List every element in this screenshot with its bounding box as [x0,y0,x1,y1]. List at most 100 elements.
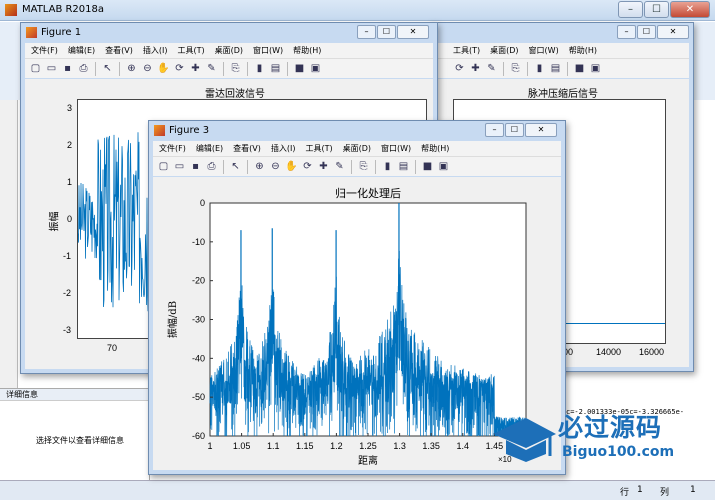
fig3-zoom-out-icon[interactable]: ⊖ [269,160,282,173]
hide-tools-icon[interactable]: ■ [293,62,306,75]
fig2-link-icon[interactable]: ⎘ [509,62,522,75]
fig1-minimize-button[interactable]: – [357,25,376,39]
status-row-label: 行 [620,488,630,498]
menu-insert[interactable]: 插入(I) [143,45,168,56]
fig3-menu-edit[interactable]: 编辑(E) [196,143,223,154]
fig3-xtick-label: 1.3 [393,441,406,451]
fig1-close-button[interactable]: ✕ [397,25,429,39]
fig3-menu-file[interactable]: 文件(F) [159,143,186,154]
menu-view[interactable]: 查看(V) [105,45,133,56]
fig3-zoom-in-icon[interactable]: ⊕ [253,160,266,173]
maximize-button[interactable]: ☐ [644,1,669,18]
zoom-out-icon[interactable]: ⊖ [141,62,154,75]
fig3-pointer-icon[interactable]: ↖ [229,160,242,173]
menu-help[interactable]: 帮助(H) [293,45,321,56]
fig3-pan-icon[interactable]: ✋ [285,160,298,173]
fig3-rotate-icon[interactable]: ⟳ [301,160,314,173]
fig3-menu-tools[interactable]: 工具(T) [305,143,332,154]
fig2-xtick: 14000 [596,347,622,357]
pan-icon[interactable]: ✋ [157,62,170,75]
legend-icon[interactable]: ▤ [269,62,282,75]
status-col-label: 列 [660,488,670,498]
fig1-toolbar: ▢ ▭ ▪ ⎙ ↖ ⊕ ⊖ ✋ ⟳ ✚ ✎ ⎘ ▮ ▤ ■ ▣ [25,58,433,78]
fig3-maximize-button[interactable]: ☐ [505,123,524,137]
fig3-colorbar-icon[interactable]: ▮ [381,160,394,173]
menu-file[interactable]: 文件(F) [31,45,58,56]
fig3-new-figure-icon[interactable]: ▢ [157,160,170,173]
fig2-close-button[interactable]: ✕ [657,25,689,39]
fig1-plot-title: 雷达回波信号 [205,89,265,100]
fig3-menu-view[interactable]: 查看(V) [233,143,261,154]
rotate-icon[interactable]: ⟳ [173,62,186,75]
menu-tools[interactable]: 工具(T) [177,45,204,56]
details-header: 详细信息 [0,389,149,401]
fig2-rotate-icon[interactable]: ⟳ [453,62,466,75]
fig3-dock-icon[interactable]: ▣ [437,160,450,173]
fig3-xtick-label: 1.2 [330,441,343,451]
link-icon[interactable]: ⎘ [229,62,242,75]
fig2-menubar: 工具(T) 桌面(D) 窗口(W) 帮助(H) [433,43,689,58]
fig2-menu-desktop[interactable]: 桌面(D) [490,45,518,56]
fig3-hide-tools-icon[interactable]: ■ [421,160,434,173]
fig1-ytick: -1 [63,251,72,261]
menu-desktop[interactable]: 桌面(D) [215,45,243,56]
fig3-xtick-label: 1.15 [296,441,314,451]
save-icon[interactable]: ▪ [61,62,74,75]
fig2-menu-tools[interactable]: 工具(T) [453,45,480,56]
fig1-ytick: -3 [63,325,72,335]
colorbar-icon[interactable]: ▮ [253,62,266,75]
fig3-menu-insert[interactable]: 插入(I) [271,143,296,154]
fig3-menu-window[interactable]: 窗口(W) [381,143,411,154]
fig3-xtick-label: 1.05 [233,441,251,451]
fig2-menu-window[interactable]: 窗口(W) [529,45,559,56]
fig2-menu-help[interactable]: 帮助(H) [569,45,597,56]
print-icon[interactable]: ⎙ [77,62,90,75]
fig2-hide-icon[interactable]: ■ [573,62,586,75]
new-figure-icon[interactable]: ▢ [29,62,42,75]
figure-3-titlebar: Figure 3 – ☐ ✕ [149,121,565,141]
pointer-icon[interactable]: ↖ [101,62,114,75]
left-edge-panel [0,100,18,390]
fig2-colorbar-icon[interactable]: ▮ [533,62,546,75]
fig2-plot-title: 脉冲压缩后信号 [528,89,598,100]
fig2-dock-icon[interactable]: ▣ [589,62,602,75]
fig3-brush-icon[interactable]: ✎ [333,160,346,173]
figure-2-titlebar: – ☐ ✕ [429,23,693,43]
fig2-brush-icon[interactable]: ✎ [485,62,498,75]
dock-icon[interactable]: ▣ [309,62,322,75]
fig3-menu-help[interactable]: 帮助(H) [421,143,449,154]
fig3-menubar: 文件(F) 编辑(E) 查看(V) 插入(I) 工具(T) 桌面(D) 窗口(W… [153,141,561,156]
fig3-open-folder-icon[interactable]: ▭ [173,160,186,173]
fig3-toolbar: ▢ ▭ ▪ ⎙ ↖ ⊕ ⊖ ✋ ⟳ ✚ ✎ ⎘ ▮ ▤ ■ ▣ [153,156,561,176]
menu-edit[interactable]: 编辑(E) [68,45,95,56]
brush-icon[interactable]: ✎ [205,62,218,75]
watermark-small: Biguo100.com [562,444,675,460]
fig3-minimize-button[interactable]: – [485,123,504,137]
fig3-link-icon[interactable]: ⎘ [357,160,370,173]
fig3-save-icon[interactable]: ▪ [189,160,202,173]
matlab-logo-icon [5,4,17,16]
fig3-xtick-label: 1.25 [359,441,377,451]
fig2-minimize-button[interactable]: – [617,25,636,39]
close-button[interactable]: ✕ [670,1,710,18]
fig1-maximize-button[interactable]: ☐ [377,25,396,39]
fig3-menu-desktop[interactable]: 桌面(D) [343,143,371,154]
fig3-datatip-icon[interactable]: ✚ [317,160,330,173]
watermark: 必过源码 Biguo100.com [488,408,708,478]
fig2-datatip-icon[interactable]: ✚ [469,62,482,75]
fig3-close-button[interactable]: ✕ [525,123,557,137]
zoom-in-icon[interactable]: ⊕ [125,62,138,75]
fig3-print-icon[interactable]: ⎙ [205,160,218,173]
fig3-plot-title: 归一化处理后 [335,186,401,200]
datatip-icon[interactable]: ✚ [189,62,202,75]
figure-1-titlebar: Figure 1 – ☐ ✕ [21,23,437,43]
menu-window[interactable]: 窗口(W) [253,45,283,56]
fig2-xtick: 16000 [639,347,665,357]
fig1-ytick: 1 [67,177,73,187]
fig3-ytick-label: -30 [192,315,205,325]
fig2-legend-icon[interactable]: ▤ [549,62,562,75]
fig2-maximize-button[interactable]: ☐ [637,25,656,39]
fig3-legend-icon[interactable]: ▤ [397,160,410,173]
minimize-button[interactable]: – [618,1,643,18]
open-folder-icon[interactable]: ▭ [45,62,58,75]
